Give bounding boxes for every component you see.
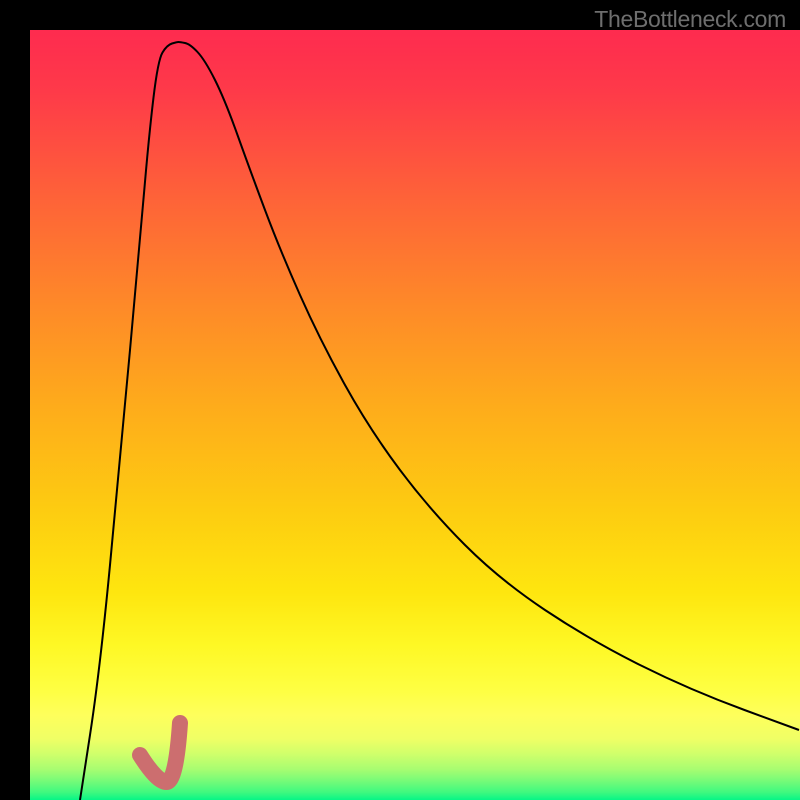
- bottleneck-curve: [80, 42, 799, 800]
- attribution-text: TheBottleneck.com: [594, 6, 786, 33]
- plot-area: [30, 30, 800, 800]
- chart-svg: [30, 30, 800, 800]
- j-marker: [140, 723, 180, 782]
- chart-container: TheBottleneck.com: [0, 0, 800, 800]
